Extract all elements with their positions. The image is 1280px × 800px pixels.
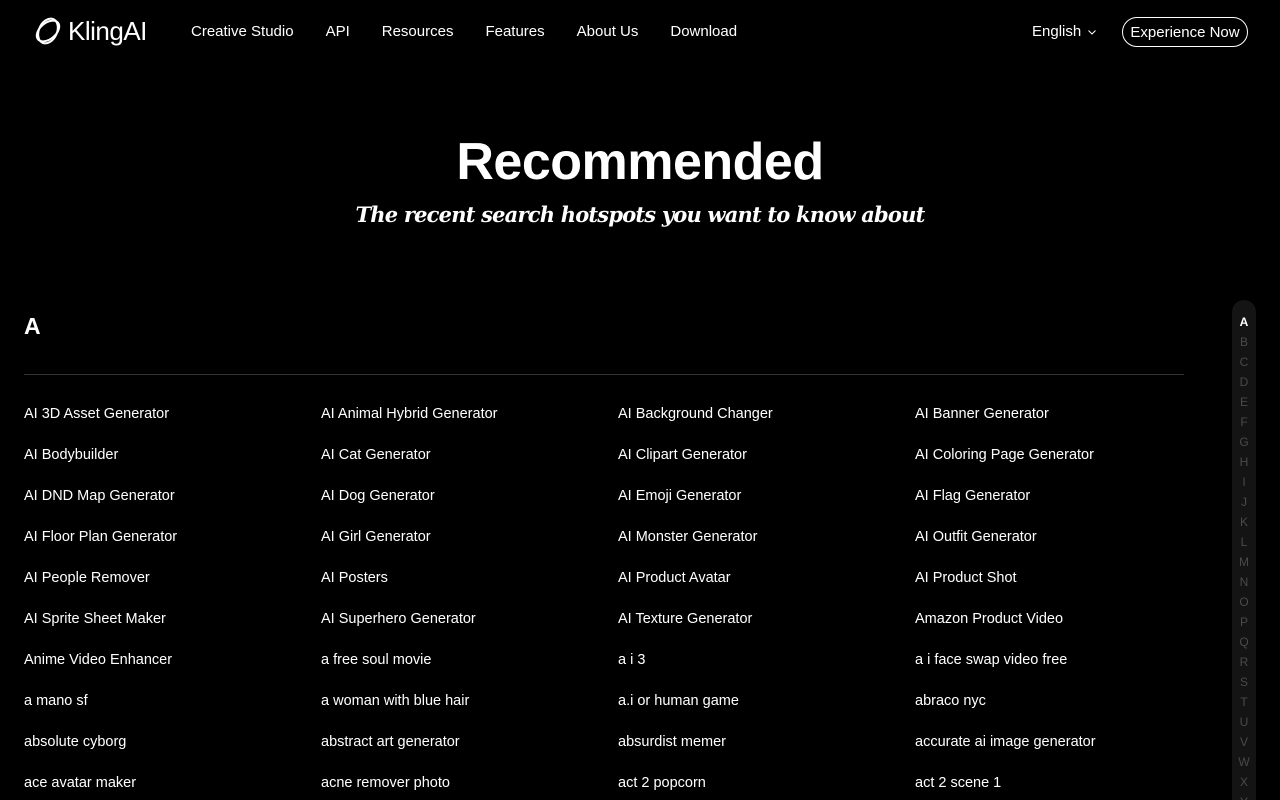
logo[interactable]: KlingAI: [32, 15, 147, 47]
alphabet-letter[interactable]: D: [1232, 372, 1256, 392]
keyword-link[interactable]: AI Superhero Generator: [321, 610, 618, 651]
keyword-link[interactable]: AI Posters: [321, 569, 618, 610]
kling-logo-icon: [35, 17, 61, 45]
keyword-link[interactable]: AI Clipart Generator: [618, 446, 915, 487]
alphabet-letter[interactable]: Y: [1232, 792, 1256, 800]
alphabet-letter[interactable]: J: [1232, 492, 1256, 512]
alphabet-letter[interactable]: L: [1232, 532, 1256, 552]
keyword-link[interactable]: act 2 scene 1: [915, 774, 1212, 800]
keyword-link[interactable]: AI 3D Asset Generator: [24, 405, 321, 446]
nav-item-download[interactable]: Download: [670, 23, 737, 41]
page-title: Recommended: [456, 133, 824, 191]
keyword-link[interactable]: AI Dog Generator: [321, 487, 618, 528]
alphabet-letter[interactable]: T: [1232, 692, 1256, 712]
alphabet-letter[interactable]: X: [1232, 772, 1256, 792]
alphabet-letter[interactable]: I: [1232, 472, 1256, 492]
brand-name: KlingAI: [68, 16, 147, 46]
alphabet-letter[interactable]: V: [1232, 732, 1256, 752]
keyword-link[interactable]: Anime Video Enhancer: [24, 651, 321, 692]
keyword-link[interactable]: absurdist memer: [618, 733, 915, 774]
alphabet-letter[interactable]: K: [1232, 512, 1256, 532]
keyword-link[interactable]: abraco nyc: [915, 692, 1212, 733]
keyword-link[interactable]: abstract art generator: [321, 733, 618, 774]
nav-item-creative-studio[interactable]: Creative Studio: [191, 23, 294, 41]
section-letter-heading: A: [24, 313, 41, 339]
alphabet-letter[interactable]: F: [1232, 412, 1256, 432]
keyword-link[interactable]: AI People Remover: [24, 569, 321, 610]
keyword-grid: AI 3D Asset Generator AI Animal Hybrid G…: [24, 405, 1212, 800]
keyword-link[interactable]: ace avatar maker: [24, 774, 321, 800]
alphabet-letter[interactable]: M: [1232, 552, 1256, 572]
nav-item-about-us[interactable]: About Us: [577, 23, 639, 41]
keyword-link[interactable]: AI Product Shot: [915, 569, 1212, 610]
keyword-link[interactable]: AI Cat Generator: [321, 446, 618, 487]
keyword-link[interactable]: a i face swap video free: [915, 651, 1212, 692]
chevron-down-icon: [1088, 30, 1097, 35]
keyword-link[interactable]: Amazon Product Video: [915, 610, 1212, 651]
keyword-link[interactable]: AI Bodybuilder: [24, 446, 321, 487]
keyword-link[interactable]: AI Texture Generator: [618, 610, 915, 651]
keyword-link[interactable]: AI Banner Generator: [915, 405, 1212, 446]
language-selector[interactable]: English: [1032, 23, 1097, 41]
keyword-link[interactable]: accurate ai image generator: [915, 733, 1212, 774]
keyword-link[interactable]: AI Girl Generator: [321, 528, 618, 569]
language-label: English: [1032, 23, 1082, 40]
keyword-link[interactable]: a mano sf: [24, 692, 321, 733]
keyword-link[interactable]: a free soul movie: [321, 651, 618, 692]
nav-item-resources[interactable]: Resources: [382, 23, 454, 41]
keyword-link[interactable]: AI Flag Generator: [915, 487, 1212, 528]
alphabet-letter[interactable]: W: [1232, 752, 1256, 772]
main-nav: Creative Studio API Resources Features A…: [191, 23, 769, 41]
keyword-link[interactable]: AI Floor Plan Generator: [24, 528, 321, 569]
nav-item-api[interactable]: API: [326, 23, 350, 41]
keyword-link[interactable]: a woman with blue hair: [321, 692, 618, 733]
alphabet-letter[interactable]: C: [1232, 352, 1256, 372]
alphabet-letter[interactable]: E: [1232, 392, 1256, 412]
alphabet-letter[interactable]: H: [1232, 452, 1256, 472]
site-header: KlingAI Creative Studio API Resources Fe…: [0, 0, 1280, 64]
keyword-link[interactable]: acne remover photo: [321, 774, 618, 800]
alphabet-letter[interactable]: N: [1232, 572, 1256, 592]
keyword-link[interactable]: act 2 popcorn: [618, 774, 915, 800]
alphabet-letter[interactable]: U: [1232, 712, 1256, 732]
keyword-link[interactable]: AI Emoji Generator: [618, 487, 915, 528]
alphabet-letter[interactable]: Q: [1232, 632, 1256, 652]
alphabet-letter[interactable]: B: [1232, 332, 1256, 352]
keyword-link[interactable]: AI Animal Hybrid Generator: [321, 405, 618, 446]
keyword-link[interactable]: AI DND Map Generator: [24, 487, 321, 528]
alphabet-letter[interactable]: P: [1232, 612, 1256, 632]
keyword-link[interactable]: AI Monster Generator: [618, 528, 915, 569]
keyword-link[interactable]: absolute cyborg: [24, 733, 321, 774]
keyword-link[interactable]: AI Background Changer: [618, 405, 915, 446]
alphabet-letter[interactable]: O: [1232, 592, 1256, 612]
keyword-link[interactable]: AI Outfit Generator: [915, 528, 1212, 569]
page-subtitle: The recent search hotspots you want to k…: [355, 202, 925, 227]
alphabet-letter[interactable]: R: [1232, 652, 1256, 672]
alphabet-letter[interactable]: G: [1232, 432, 1256, 452]
section-divider: [24, 374, 1184, 375]
experience-now-button[interactable]: Experience Now: [1122, 17, 1248, 47]
keyword-link[interactable]: AI Sprite Sheet Maker: [24, 610, 321, 651]
keyword-link[interactable]: a i 3: [618, 651, 915, 692]
nav-item-features[interactable]: Features: [485, 23, 544, 41]
keyword-link[interactable]: AI Product Avatar: [618, 569, 915, 610]
alphabet-index: A B C D E F G H I J K L M N O P Q R S T …: [1232, 300, 1256, 800]
keyword-link[interactable]: AI Coloring Page Generator: [915, 446, 1212, 487]
alphabet-letter[interactable]: A: [1232, 312, 1256, 332]
alphabet-letter[interactable]: S: [1232, 672, 1256, 692]
keyword-link[interactable]: a.i or human game: [618, 692, 915, 733]
